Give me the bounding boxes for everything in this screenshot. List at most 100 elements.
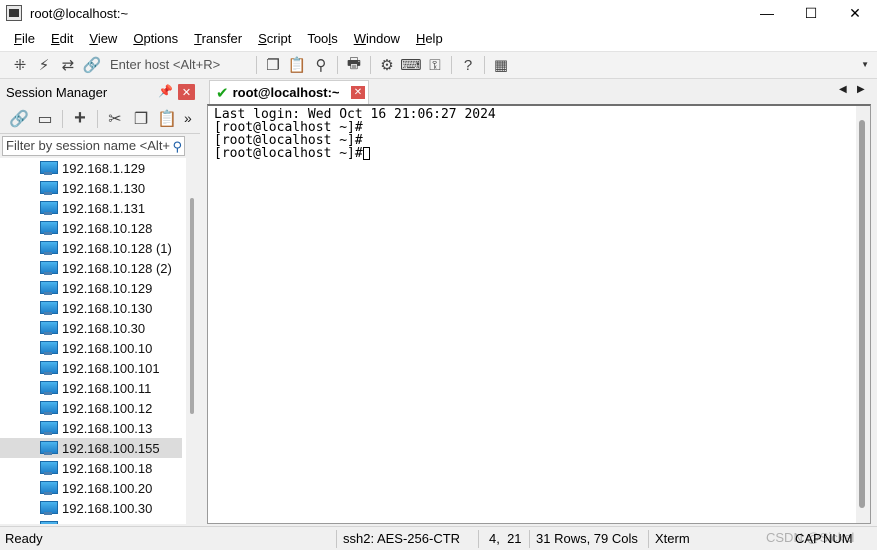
terminal-output: Last login: Wed Oct 16 21:06:27 2024 [roo… bbox=[214, 108, 496, 160]
session-list-item[interactable]: 192.168.100.101 bbox=[0, 358, 186, 378]
session-list-item[interactable]: 192.168.1.129 bbox=[0, 158, 186, 178]
toolbar-divider bbox=[451, 56, 452, 74]
print-icon[interactable]: 🖶 bbox=[342, 54, 366, 76]
maximize-button[interactable]: ☐ bbox=[789, 0, 833, 26]
session-name: 192.168.100.13 bbox=[62, 420, 153, 436]
connect-icon[interactable]: ⁜ bbox=[8, 54, 32, 76]
close-tab-button[interactable]: ✕ bbox=[351, 86, 365, 99]
session-list-item[interactable]: 192.168.100.10 bbox=[0, 338, 186, 358]
status-num-lock: NUM bbox=[823, 531, 853, 546]
session-list-item[interactable]: 192.168.10.130 bbox=[0, 298, 186, 318]
terminal-cursor bbox=[362, 147, 370, 160]
menu-options[interactable]: Options bbox=[125, 26, 186, 52]
session-name: 192.168.1.130 bbox=[62, 180, 146, 196]
key-icon[interactable]: ⚿ bbox=[423, 54, 447, 76]
close-window-button[interactable]: ✕ bbox=[833, 0, 877, 26]
session-name: 192.168.10.129 bbox=[62, 280, 153, 296]
toolbar-overflow-chevron-icon[interactable]: ▼ bbox=[861, 60, 869, 69]
session-name: 192.168.1.129 bbox=[62, 160, 146, 176]
session-list-item[interactable]: 192.168.100.40 bbox=[0, 518, 186, 524]
session-list-item[interactable]: 192.168.1.131 bbox=[0, 198, 186, 218]
session-list-item[interactable]: 192.168.100.18 bbox=[0, 458, 186, 478]
monitor-icon bbox=[40, 161, 58, 175]
close-session-manager-button[interactable]: ✕ bbox=[178, 84, 195, 100]
tab-scroll-right-icon[interactable]: ▶ bbox=[857, 84, 865, 95]
paste-icon[interactable]: 📋 bbox=[285, 54, 309, 76]
monitor-icon bbox=[40, 361, 58, 375]
menu-script[interactable]: Script bbox=[250, 26, 299, 52]
status-divider bbox=[648, 530, 649, 548]
main-toolbar: ⁜ ⚡ ⇄ 🔗 Enter host <Alt+R> ❐ 📋 ⚲ 🖶 ⚙ ⌨ ⚿… bbox=[0, 52, 877, 79]
connected-check-icon: ✔ bbox=[216, 84, 229, 102]
monitor-icon bbox=[40, 221, 58, 235]
monitor-icon bbox=[40, 421, 58, 435]
session-list-item[interactable]: 192.168.100.12 bbox=[0, 398, 186, 418]
cut-icon[interactable]: ✂ bbox=[102, 108, 128, 130]
menu-view[interactable]: View bbox=[81, 26, 125, 52]
menu-transfer[interactable]: Transfer bbox=[186, 26, 250, 52]
toolbar-divider bbox=[97, 109, 98, 128]
paste-session-icon[interactable]: 📋 bbox=[154, 108, 180, 130]
reconnect-icon[interactable]: ⇄ bbox=[56, 54, 80, 76]
toolbar-divider bbox=[484, 56, 485, 74]
session-list: 192.168.1.129 192.168.1.130 192.168.1.131 1… bbox=[0, 158, 186, 524]
session-list-item[interactable]: 192.168.100.20 bbox=[0, 478, 186, 498]
monitor-icon bbox=[40, 521, 58, 524]
disconnect-icon[interactable]: 🔗 bbox=[80, 54, 104, 76]
copy-icon[interactable]: ❐ bbox=[261, 54, 285, 76]
session-name: 192.168.100.18 bbox=[62, 460, 153, 476]
settings-gear-icon[interactable]: ⚙ bbox=[375, 54, 399, 76]
status-divider bbox=[529, 530, 530, 548]
pin-icon[interactable]: 📌 bbox=[158, 84, 173, 98]
session-list-item[interactable]: 192.168.100.11 bbox=[0, 378, 186, 398]
tab-scroll-left-icon[interactable]: ◀ bbox=[839, 84, 847, 95]
session-list-item[interactable]: 192.168.100.13 bbox=[0, 418, 186, 438]
status-terminal-size: 31 Rows, 79 Cols bbox=[536, 531, 638, 546]
session-list-item[interactable]: 192.168.100.155 bbox=[0, 438, 182, 458]
menu-window[interactable]: Window bbox=[346, 26, 408, 52]
session-name: 192.168.100.12 bbox=[62, 400, 153, 416]
toolbar-divider bbox=[62, 109, 63, 128]
help-icon[interactable]: ? bbox=[456, 54, 480, 76]
session-list-item[interactable]: 192.168.10.129 bbox=[0, 278, 186, 298]
keymap-icon[interactable]: ⌨ bbox=[399, 54, 423, 76]
more-chevron-icon[interactable]: » bbox=[184, 110, 192, 126]
session-list-scrollbar[interactable] bbox=[186, 158, 200, 524]
menu-help[interactable]: Help bbox=[408, 26, 451, 52]
terminal-scrollbar[interactable] bbox=[856, 106, 870, 523]
session-list-item[interactable]: 192.168.10.128 (1) bbox=[0, 238, 186, 258]
terminal-scroll-thumb[interactable] bbox=[859, 120, 865, 508]
session-name: 192.168.100.155 bbox=[62, 440, 160, 456]
status-terminal-type: Xterm bbox=[655, 531, 690, 546]
session-filter-input[interactable]: Filter by session name <Alt+I> ⚲ bbox=[2, 136, 185, 156]
link-icon[interactable]: 🔗 bbox=[6, 108, 32, 130]
status-divider bbox=[336, 530, 337, 548]
minimize-button[interactable]: — bbox=[745, 0, 789, 26]
session-filter-placeholder: Filter by session name <Alt+I> bbox=[6, 138, 182, 153]
copy-session-icon[interactable]: ❐ bbox=[128, 108, 154, 130]
monitor-icon bbox=[40, 501, 58, 515]
monitor-icon bbox=[40, 461, 58, 475]
menu-file[interactable]: File bbox=[6, 26, 43, 52]
session-list-item[interactable]: 192.168.10.30 bbox=[0, 318, 186, 338]
session-list-item[interactable]: 192.168.100.30 bbox=[0, 498, 186, 518]
new-tab-icon[interactable]: ▭ bbox=[32, 108, 58, 130]
sftp-icon[interactable]: ▦ bbox=[489, 54, 513, 76]
enter-host-input[interactable]: Enter host <Alt+R> bbox=[104, 55, 252, 75]
session-name: 192.168.10.128 bbox=[62, 220, 153, 236]
session-list-item[interactable]: 192.168.10.128 (2) bbox=[0, 258, 186, 278]
menu-edit[interactable]: Edit bbox=[43, 26, 81, 52]
session-list-item[interactable]: 192.168.10.128 bbox=[0, 218, 186, 238]
quick-connect-icon[interactable]: ⚡ bbox=[32, 54, 56, 76]
menu-tools[interactable]: Tools bbox=[299, 26, 345, 52]
find-icon[interactable]: ⚲ bbox=[309, 54, 333, 76]
session-list-scroll-thumb[interactable] bbox=[190, 198, 194, 414]
session-list-item[interactable]: 192.168.1.130 bbox=[0, 178, 186, 198]
session-manager-toolbar: 🔗 ▭ + ✂ ❐ 📋 » bbox=[0, 104, 200, 134]
search-icon[interactable]: ⚲ bbox=[170, 138, 182, 155]
tab-root-localhost[interactable]: ✔ root@localhost:~ ✕ bbox=[209, 80, 369, 104]
terminal-screen[interactable]: Last login: Wed Oct 16 21:06:27 2024 [roo… bbox=[207, 104, 871, 524]
toolbar-divider bbox=[337, 56, 338, 74]
add-session-icon[interactable]: + bbox=[67, 107, 93, 130]
monitor-icon bbox=[40, 481, 58, 495]
